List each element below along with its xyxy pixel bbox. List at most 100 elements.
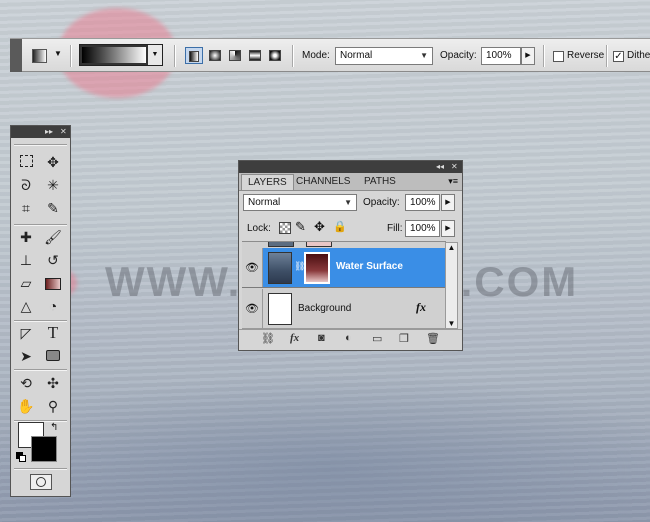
linear-gradient-button[interactable]: [185, 47, 203, 64]
lasso-tool-icon[interactable]: ᘐ: [16, 175, 36, 195]
healing-brush-tool-icon[interactable]: ✚: [16, 227, 36, 247]
tools-panel: ▸▸ ✕ ✥ ᘐ ✳ ⌗ ✎ ✚ 🖌 ⊥ ↺ ▱ △ ◔ ◸ T ➤ ⟲ ✣ ✋…: [10, 125, 71, 497]
tab-paths[interactable]: PATHS: [358, 174, 402, 190]
new-layer-icon[interactable]: ❐: [399, 332, 409, 345]
separator: [14, 468, 67, 470]
layers-scrollbar[interactable]: ▲ ▼: [445, 242, 458, 329]
eye-icon[interactable]: 👁: [242, 289, 263, 328]
layer-name[interactable]: Background: [298, 303, 351, 314]
layers-panel-titlebar[interactable]: ◂◂ ✕: [239, 161, 462, 173]
layer-row-water-surface[interactable]: 👁 ⛓ Water Surface: [242, 248, 446, 288]
layer-mask-thumbnail[interactable]: [304, 252, 330, 284]
close-icon[interactable]: ✕: [451, 161, 458, 173]
mode-select-value: Normal: [340, 50, 373, 61]
fill-slider-button[interactable]: ▶: [441, 220, 455, 237]
3d-rotate-tool-icon[interactable]: ⟲: [16, 373, 36, 393]
eyedropper-tool-icon[interactable]: ✎: [43, 198, 63, 218]
default-colors-icon[interactable]: [16, 452, 26, 462]
zoom-tool-icon[interactable]: ⚲: [43, 396, 63, 416]
layer-opacity-slider-button[interactable]: ▶: [441, 194, 455, 211]
swap-colors-icon[interactable]: ↰: [50, 422, 58, 433]
collapse-icon[interactable]: ◂◂: [436, 161, 444, 173]
fill-value: 100%: [410, 223, 436, 234]
3d-orbit-tool-icon[interactable]: ✣: [43, 373, 63, 393]
layer-row-partial[interactable]: [242, 242, 446, 247]
fx-icon[interactable]: fx: [416, 300, 426, 315]
gradient-tool-icon[interactable]: [43, 273, 63, 293]
scroll-down-icon[interactable]: ▼: [446, 319, 457, 328]
separator: [14, 369, 67, 371]
lock-label: Lock:: [247, 223, 271, 234]
eraser-tool-icon[interactable]: ▱: [16, 273, 36, 293]
reverse-label: Reverse: [567, 50, 605, 61]
hand-tool-icon[interactable]: ✋: [16, 396, 36, 416]
options-bar-grip[interactable]: [10, 39, 22, 72]
magic-wand-tool-icon[interactable]: ✳: [43, 175, 63, 195]
separator: [70, 45, 72, 67]
fx-icon[interactable]: fx: [290, 332, 299, 344]
radial-gradient-button[interactable]: [206, 47, 224, 64]
dither-label: Dithe: [627, 50, 650, 61]
tab-channels[interactable]: CHANNELS: [290, 174, 356, 190]
chevron-down-icon: ▼: [420, 51, 428, 60]
eye-icon[interactable]: 👁: [242, 248, 263, 287]
layer-thumbnail[interactable]: [268, 293, 292, 325]
reverse-checkbox[interactable]: [553, 51, 564, 62]
reflected-gradient-button[interactable]: [246, 47, 264, 64]
opacity-field[interactable]: 100%: [481, 47, 521, 65]
blur-tool-icon[interactable]: △: [16, 296, 36, 316]
fill-field[interactable]: 100%: [405, 220, 440, 237]
gradient-picker[interactable]: ▼: [79, 44, 163, 66]
opacity-slider-button[interactable]: ▶: [521, 47, 535, 65]
scroll-up-icon[interactable]: ▲: [446, 243, 457, 252]
layer-opacity-label: Opacity:: [363, 197, 400, 208]
options-bar: ▼ ▼ Mode: Normal ▼ Opacity: 100% ▶ Rever…: [10, 38, 650, 72]
chevron-down-icon[interactable]: ▼: [148, 45, 162, 65]
tools-panel-titlebar[interactable]: ▸▸ ✕: [11, 126, 70, 138]
layer-row-background[interactable]: 👁 Background fx: [242, 289, 446, 329]
shape-tool-icon[interactable]: [43, 346, 63, 366]
collapse-icon[interactable]: ▸▸: [45, 126, 53, 138]
chevron-down-icon[interactable]: ▼: [54, 49, 62, 58]
new-group-icon[interactable]: ▭: [372, 332, 382, 345]
move-tool-icon[interactable]: ✥: [43, 152, 63, 172]
close-icon[interactable]: ✕: [60, 126, 67, 138]
adjustment-layer-icon[interactable]: ◐: [345, 332, 352, 344]
lock-position-icon[interactable]: ✥: [314, 219, 325, 235]
lock-all-icon[interactable]: 🔒: [333, 220, 347, 233]
dither-checkbox[interactable]: ✓: [613, 51, 624, 62]
tool-preset-picker[interactable]: [30, 47, 48, 63]
marquee-tool-icon[interactable]: [16, 152, 36, 172]
brush-tool-icon[interactable]: 🖌: [43, 227, 63, 247]
pen-tool-icon[interactable]: ◸: [16, 323, 36, 343]
separator: [14, 320, 67, 322]
separator: [14, 224, 67, 226]
lock-transparent-icon[interactable]: [279, 222, 291, 234]
layer-opacity-field[interactable]: 100%: [405, 194, 440, 211]
angle-gradient-button[interactable]: [226, 47, 244, 64]
separator: [292, 45, 294, 67]
layers-list: 👁 ⛓ Water Surface 👁 Background fx: [242, 241, 446, 330]
type-tool-icon[interactable]: T: [43, 323, 63, 343]
clone-stamp-tool-icon[interactable]: ⊥: [16, 250, 36, 270]
lock-image-icon[interactable]: ✎: [295, 219, 306, 235]
crop-tool-icon[interactable]: ⌗: [16, 198, 36, 218]
trash-icon[interactable]: 🗑: [426, 332, 440, 345]
layer-thumbnail[interactable]: [268, 252, 292, 284]
history-brush-tool-icon[interactable]: ↺: [43, 250, 63, 270]
dodge-tool-icon[interactable]: ◔: [43, 296, 63, 316]
separator: [174, 45, 176, 67]
path-selection-tool-icon[interactable]: ➤: [16, 346, 36, 366]
blend-mode-value: Normal: [248, 197, 281, 208]
panel-menu-icon[interactable]: ▾≡: [448, 176, 458, 187]
opacity-value: 100%: [486, 50, 512, 61]
background-color-swatch[interactable]: [31, 436, 57, 462]
blend-mode-select[interactable]: Normal ▼: [243, 194, 357, 211]
quick-mask-button[interactable]: [30, 474, 52, 490]
diamond-gradient-button[interactable]: [266, 47, 284, 64]
layer-name[interactable]: Water Surface: [336, 261, 403, 272]
mode-select[interactable]: Normal ▼: [335, 47, 433, 65]
add-mask-icon[interactable]: ◙: [318, 332, 325, 344]
tab-layers[interactable]: LAYERS: [241, 174, 294, 190]
link-layers-icon[interactable]: ⛓: [261, 332, 275, 345]
